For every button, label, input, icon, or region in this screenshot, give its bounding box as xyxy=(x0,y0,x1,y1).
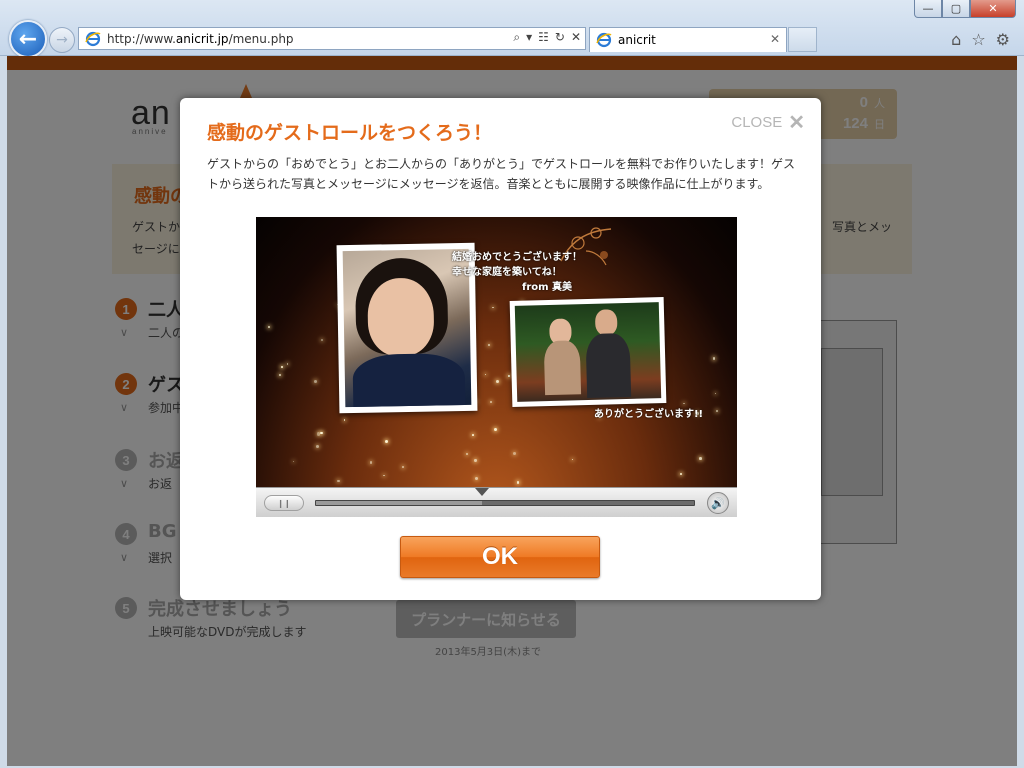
sparkle xyxy=(313,379,318,383)
url-host: anicrit.jp xyxy=(175,31,229,46)
guest-message-from: from 真美 xyxy=(522,282,573,293)
video-player[interactable]: 結婚おめでとうございます！ 幸せな家庭を築いてね！ from 真美 ありがとうご… xyxy=(256,217,737,517)
volume-button[interactable]: 🔊 xyxy=(707,492,729,514)
dropdown-icon[interactable]: ▾ xyxy=(526,30,532,45)
sparkle xyxy=(280,365,283,368)
sparkle xyxy=(321,338,324,341)
sparkle xyxy=(337,480,340,483)
pause-icon: ❙❙ xyxy=(277,498,291,508)
sparkle xyxy=(683,402,685,404)
sparkle xyxy=(492,306,494,309)
refresh-icon[interactable]: ↻ xyxy=(555,30,565,45)
sparkle xyxy=(292,460,295,463)
modal-description: ゲストからの「おめでとう」とお二人からの「ありがとう」でゲストロールを無料でお作… xyxy=(207,157,796,191)
seek-bar-fill xyxy=(316,501,483,505)
pause-button[interactable]: ❙❙ xyxy=(264,495,304,511)
sparkle xyxy=(474,459,477,462)
guest-message-line1: 結婚おめでとうございます！ xyxy=(452,252,582,263)
sparkle xyxy=(286,363,289,365)
sparkle xyxy=(512,451,516,455)
page-content: an annive 0人 124日 感動の ゲストか 写真とメッ セージに 1 … xyxy=(7,56,1017,766)
arrow-right-icon: → xyxy=(56,32,68,48)
sparkle xyxy=(484,374,486,376)
sparkle xyxy=(315,444,320,448)
close-window-button[interactable]: ✕ xyxy=(970,0,1016,18)
sparkle xyxy=(385,439,389,443)
sparkle xyxy=(487,343,490,346)
sparkle xyxy=(475,476,479,481)
seek-bar[interactable] xyxy=(315,500,695,506)
sparkle xyxy=(508,375,510,377)
new-tab-button[interactable] xyxy=(788,27,817,52)
couple-photo xyxy=(509,297,667,407)
sparkle xyxy=(516,481,520,484)
minimize-button[interactable]: — xyxy=(914,0,942,18)
sparkle xyxy=(496,379,500,383)
tab-title: anicrit xyxy=(618,33,656,47)
favorites-star-icon[interactable]: ☆ xyxy=(971,30,985,49)
close-label: CLOSE xyxy=(731,114,783,131)
sparkle xyxy=(370,461,373,464)
sparkle xyxy=(471,434,474,437)
ie-icon xyxy=(596,32,612,48)
sparkle xyxy=(679,473,682,476)
ie-icon xyxy=(85,31,101,46)
back-button[interactable]: ← xyxy=(9,20,47,58)
guest-roll-modal: 感動のゲストロールをつくろう！ CLOSE ✕ ゲストからの「おめでとう」とお二… xyxy=(180,98,821,600)
sparkle xyxy=(715,410,718,413)
sparkle xyxy=(383,474,385,476)
speaker-icon: 🔊 xyxy=(711,496,725,510)
settings-gear-icon[interactable]: ⚙ xyxy=(996,30,1010,49)
compatibility-icon[interactable]: ☷ xyxy=(538,30,549,45)
sparkle xyxy=(267,325,271,329)
couple-reply: ありがとうございます!! xyxy=(594,409,704,420)
video-frame: 結婚おめでとうございます！ 幸せな家庭を築いてね！ from 真美 ありがとうご… xyxy=(256,217,737,487)
sparkle xyxy=(712,357,715,360)
modal-title: 感動のゲストロールをつくろう！ xyxy=(207,122,493,144)
ok-button[interactable]: OK xyxy=(400,536,600,578)
close-icon: ✕ xyxy=(788,112,805,134)
sparkle xyxy=(493,427,497,431)
sparkle xyxy=(465,452,468,456)
tab-close-icon[interactable]: ✕ xyxy=(770,32,780,46)
sparkle xyxy=(343,419,346,421)
url-prefix: http://www. xyxy=(107,31,176,46)
home-icon[interactable]: ⌂ xyxy=(951,30,961,49)
forward-button[interactable]: → xyxy=(49,27,75,53)
sparkle xyxy=(320,431,323,435)
url-path: /menu.php xyxy=(228,31,294,46)
window-controls: — ▢ ✕ xyxy=(914,0,1016,18)
sparkle xyxy=(401,465,405,469)
stop-icon[interactable]: ✕ xyxy=(571,30,581,45)
tab-anicrit[interactable]: anicrit ✕ xyxy=(589,27,787,52)
sparkle xyxy=(490,401,492,403)
maximize-button[interactable]: ▢ xyxy=(942,0,970,18)
video-controls: ❙❙ 🔊 xyxy=(256,487,737,517)
browser-chrome: — ▢ ✕ ← → http://www. anicrit.jp/menu.php… xyxy=(0,0,1024,58)
modal-close-button[interactable]: CLOSE ✕ xyxy=(731,110,805,135)
arrow-left-icon: ← xyxy=(18,26,38,52)
sparkle xyxy=(278,373,282,377)
guest-message-line2: 幸せな家庭を築いてね！ xyxy=(452,267,562,278)
sparkle xyxy=(714,392,716,394)
seek-thumb[interactable] xyxy=(475,488,490,496)
search-icon[interactable]: ⌕ xyxy=(513,30,520,45)
sparkle xyxy=(571,458,574,461)
sparkle xyxy=(699,457,702,460)
address-bar[interactable]: http://www. anicrit.jp/menu.php ⌕ ▾ ☷ ↻ ✕ xyxy=(78,27,586,50)
